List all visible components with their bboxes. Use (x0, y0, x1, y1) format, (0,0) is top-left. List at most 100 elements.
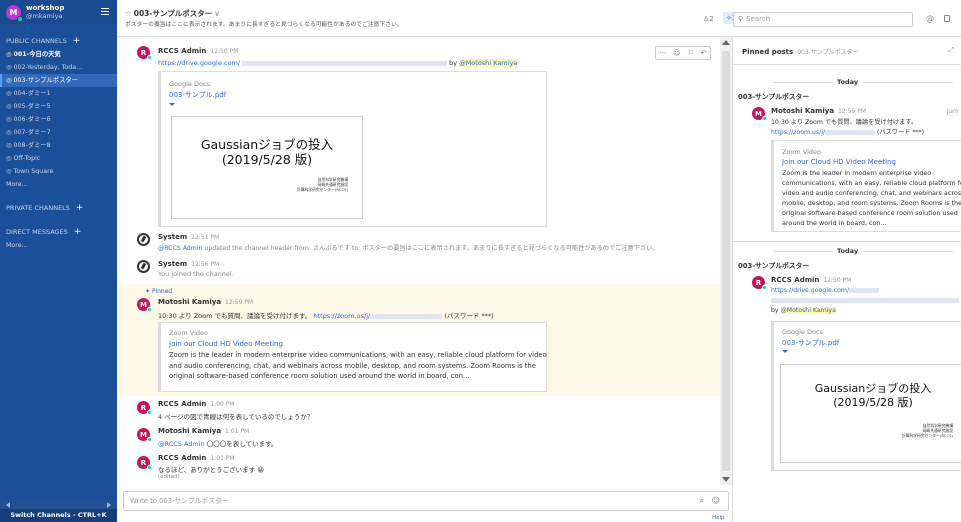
post-list-scrollbar[interactable] (720, 37, 732, 485)
sidebar-channel-item[interactable]: ◎ 003-サンプルポスター (0, 74, 117, 87)
recent-mentions-icon[interactable]: @ (926, 14, 934, 23)
pdf-thumbnail[interactable]: Gaussianジョブの投入 (2019/5/28 版) 自然科学研究機構 岡崎… (171, 116, 363, 219)
scroll-down-icon[interactable] (722, 477, 730, 482)
more-direct-messages-link[interactable]: More... (0, 239, 117, 252)
post-author[interactable]: RCCS Admin 12:50 PM (158, 47, 238, 55)
expand-icon[interactable]: ⤢ (948, 46, 954, 55)
sidebar-channel-item[interactable]: ◎ 008-ダミー8 (0, 139, 117, 152)
sidebar-channel-item[interactable]: ◎ 001-今日の天気 (0, 48, 117, 61)
author-name[interactable]: RCCS Admin (771, 276, 819, 284)
reply-icon[interactable]: ↶ (701, 49, 707, 57)
favorite-star-icon[interactable]: ☆ (125, 9, 132, 18)
author-name[interactable]: Motoshi Kamiya (771, 107, 834, 115)
pinned-post-motoshi[interactable]: M Motoshi Kamiya 12:59 PM Jum 10:30 より Zo… (733, 105, 961, 235)
channel-icon: ◎ (6, 51, 12, 58)
pdf-thumbnail[interactable]: Gaussianジョブの投入 (2019/5/28 版) 自然科学研究機構 岡崎… (780, 364, 961, 463)
post-author[interactable]: Motoshi Kamiya 1:01 PM (158, 427, 249, 435)
avatar[interactable]: M (752, 107, 767, 121)
chevron-down-icon[interactable]: ∨ (214, 9, 220, 18)
author-name[interactable]: RCCS Admin (158, 47, 206, 55)
search-input[interactable]: ⚲ Search (733, 12, 913, 27)
user-mention[interactable]: @Motoshi Kamiya (459, 59, 518, 67)
zoom-link[interactable]: https://zoom.us/j/ (313, 312, 370, 320)
message-input[interactable]: Write to 003-サンプルポスター ⌕ ☺ (123, 491, 729, 511)
avatar[interactable]: R (752, 276, 767, 290)
card-title-link[interactable]: Join our Cloud HD Video Meeting (169, 340, 283, 348)
sidebar-channel-item[interactable]: ◎ 002-Yesterday, Toda... (0, 61, 117, 74)
scroll-right-icon[interactable] (107, 502, 111, 508)
avatar[interactable]: R (137, 46, 152, 60)
scroll-left-icon[interactable] (6, 502, 10, 508)
flagged-posts-icon[interactable] (944, 15, 950, 22)
drive-link[interactable]: https://drive.google.com/ (158, 59, 240, 67)
author-name[interactable]: Motoshi Kamiya (158, 427, 221, 435)
post-motoshi-answer[interactable]: M Motoshi Kamiya 1:01 PM @RCCS Admin 〇〇〇を… (117, 426, 720, 450)
flag-icon[interactable]: ⚐ (687, 49, 693, 57)
post-time[interactable]: 12:59 PM (838, 108, 866, 115)
emoji-picker-icon[interactable]: ☺ (712, 496, 720, 505)
collapse-caret-icon[interactable] (169, 103, 175, 106)
post-author[interactable]: RCCS Admin 1:00 PM (158, 400, 235, 408)
hamburger-menu-icon[interactable] (101, 8, 109, 15)
sidebar-channel-item[interactable]: ◎ 007-ダミー7 (0, 126, 117, 139)
author-name[interactable]: Motoshi Kamiya (158, 298, 221, 306)
add-direct-message-button[interactable]: + (74, 227, 82, 237)
post-time[interactable]: 12:51 PM (191, 234, 219, 241)
post-time[interactable]: 1:01 PM (225, 428, 249, 435)
post-time[interactable]: 1:00 PM (210, 401, 234, 408)
author-name[interactable]: RCCS Admin (158, 400, 206, 408)
more-public-channels-link[interactable]: More... (0, 178, 117, 191)
user-mention[interactable]: @RCCS Admin (158, 440, 205, 448)
post-time[interactable]: 12:50 PM (210, 48, 238, 55)
help-link[interactable]: Help (712, 515, 725, 521)
add-public-channel-button[interactable]: + (73, 36, 81, 46)
channel-title[interactable]: ☆ 003-サンプルポスター ∨ (125, 8, 220, 19)
card-title-link[interactable]: Join our Cloud HD Video Meeting (782, 158, 896, 166)
more-actions-icon[interactable]: ··· (659, 49, 666, 57)
post-time[interactable]: 12:50 PM (823, 277, 851, 284)
scrollbar-thumb[interactable] (722, 51, 730, 471)
avatar[interactable]: M (137, 428, 152, 442)
zoom-link[interactable]: https://zoom.us/j/ (771, 129, 825, 136)
channel-icon: ◎ (6, 142, 12, 149)
avatar[interactable]: R (137, 401, 152, 415)
drive-link[interactable]: https://drive.google.com/ (771, 287, 849, 294)
post-time[interactable]: 12:59 PM (225, 299, 253, 306)
pinned-post-rccs-admin[interactable]: R RCCS Admin 12:50 PM https://drive.googl… (733, 273, 961, 473)
post-rccs-admin-question[interactable]: R RCCS Admin 1:00 PM 4 ページの図で青線は何を表しているので… (117, 399, 720, 423)
team-header[interactable]: M workshop @mkamiya (0, 0, 117, 24)
avatar[interactable]: R (137, 456, 152, 470)
post-author[interactable]: RCCS Admin 1:01 PM (158, 454, 235, 462)
sidebar-channel-item[interactable]: ◎ 006-ダミー6 (0, 113, 117, 126)
switch-channels-button[interactable]: Switch Channels - CTRL+K (0, 509, 117, 522)
emoji-reaction-icon[interactable]: ☺ (673, 49, 680, 57)
post-motoshi-zoom[interactable]: M Motoshi Kamiya 12:59 PM 10:30 より Zoom で… (117, 295, 720, 395)
sidebar-channel-item[interactable]: ◎ Town Square (0, 165, 117, 178)
scroll-up-icon[interactable] (722, 40, 730, 45)
post-author[interactable]: Motoshi Kamiya 12:59 PM (771, 107, 866, 115)
user-avatar[interactable]: M (6, 4, 23, 22)
collapse-caret-icon[interactable] (782, 350, 788, 353)
sidebar-channel-item[interactable]: ◎ 004-ダミー1 (0, 87, 117, 100)
sidebar-channel-item[interactable]: ◎ Off-Topic (0, 152, 117, 165)
attachment-icon[interactable]: ⌕ (700, 496, 704, 505)
user-mention[interactable]: @Motoshi Kamiya (780, 307, 836, 314)
add-private-channel-button[interactable]: + (76, 203, 84, 213)
post-rccs-admin-drive[interactable]: R RCCS Admin 12:50 PM https://drive.googl… (117, 41, 720, 241)
post-rccs-admin-thanks[interactable]: R RCCS Admin 1:01 PM なるほど、ありがとうございます 😀 (e… (117, 453, 720, 483)
post-author[interactable]: RCCS Admin 12:50 PM (771, 276, 851, 284)
user-mention[interactable]: @RCCS Admin (158, 245, 202, 252)
author-name[interactable]: RCCS Admin (158, 454, 206, 462)
avatar[interactable]: M (137, 298, 152, 312)
post-time[interactable]: 1:01 PM (210, 455, 234, 462)
card-title-link[interactable]: 003-サンプル.pdf (169, 90, 226, 100)
member-count-button[interactable]: ♙2 (703, 15, 714, 23)
post-time[interactable]: 12:56 PM (191, 261, 219, 268)
jump-link[interactable]: Jum (947, 108, 958, 115)
post-system-header-update[interactable]: System 12:51 PM @RCCS Admin updated the c… (117, 229, 720, 253)
sidebar-channel-item[interactable]: ◎ 005-ダミー5 (0, 100, 117, 113)
card-title-link[interactable]: 003-サンプル.pdf (782, 338, 839, 348)
sidebar-horizontal-scrollbar[interactable] (0, 500, 117, 509)
post-author[interactable]: Motoshi Kamiya 12:59 PM (158, 298, 253, 306)
post-system-joined[interactable]: System 12:56 PM You joined the channel. (117, 256, 720, 280)
